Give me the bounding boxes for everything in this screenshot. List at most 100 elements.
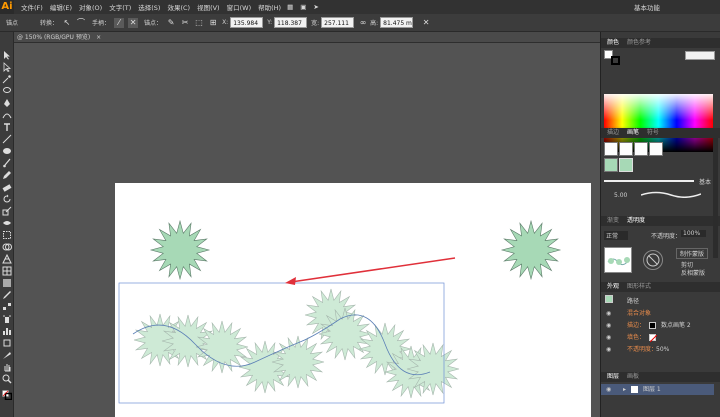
hex-field[interactable] — [685, 51, 715, 60]
blend-tool-icon[interactable] — [2, 302, 12, 312]
document-tab[interactable]: @ 150% (RGB/GPU 预览) × — [14, 32, 600, 43]
menu-view[interactable]: 视图(V) — [197, 2, 220, 12]
eraser-tool-icon[interactable] — [2, 182, 12, 192]
close-tab-icon[interactable]: × — [96, 34, 101, 41]
remove-anchor-icon[interactable]: ✎ — [166, 18, 176, 28]
magic-wand-icon[interactable] — [2, 74, 12, 84]
menu-type[interactable]: 文字(T) — [109, 2, 131, 12]
tab-graphic-styles[interactable]: 图形样式 — [627, 283, 651, 290]
brush-preset-1[interactable] — [604, 142, 618, 156]
tab-appearance[interactable]: 外观 — [607, 283, 619, 290]
artboard-tool-icon[interactable] — [2, 338, 12, 348]
gradient-tool-icon[interactable] — [2, 278, 12, 288]
shape-builder-icon[interactable] — [2, 242, 12, 252]
appearance-row-opacity[interactable]: ◉ 不透明度： 50% — [601, 344, 714, 355]
invert-mask-checkbox[interactable]: 反相蒙版 — [681, 268, 705, 277]
pencil-tool-icon[interactable] — [2, 170, 12, 180]
tab-symbols[interactable]: 符号 — [647, 129, 659, 136]
cut-path-icon[interactable]: ✂ — [180, 18, 190, 28]
expand-arrow-icon[interactable]: ▸ — [623, 384, 626, 395]
brush-preset-star-1[interactable] — [604, 158, 618, 172]
star-shape[interactable] — [500, 219, 562, 281]
star-shape[interactable] — [271, 335, 325, 389]
menu-edit[interactable]: 编辑(E) — [50, 2, 72, 12]
menu-object[interactable]: 对象(O) — [79, 2, 102, 12]
appearance-row-blend[interactable]: ◉ 混合对象 — [601, 308, 714, 319]
menu-window[interactable]: 窗口(W) — [227, 2, 252, 12]
appearance-row-stroke[interactable]: ◉ 描边： 数点画笔 2 — [601, 320, 714, 331]
slice-tool-icon[interactable] — [2, 350, 12, 360]
stroke-color-swatch[interactable] — [649, 322, 656, 329]
curvature-tool-icon[interactable] — [2, 110, 12, 120]
convert-smooth-icon[interactable]: ⌒ — [76, 18, 86, 28]
width-field[interactable]: 257.111 m — [321, 17, 355, 38]
menu-select[interactable]: 选择(S) — [138, 2, 160, 12]
canvas-area[interactable] — [15, 44, 600, 417]
rotate-tool-icon[interactable] — [2, 194, 12, 204]
y-field[interactable]: 118.387 m — [274, 17, 308, 38]
star-shape[interactable] — [406, 342, 460, 396]
menu-effect[interactable]: 效果(C) — [167, 2, 190, 12]
bridge-icon[interactable]: ▦ — [287, 3, 293, 11]
brush-basic-stroke[interactable] — [604, 180, 694, 182]
star-shape[interactable] — [318, 307, 372, 361]
appearance-row-fill[interactable]: ◉ 填色： — [601, 332, 714, 343]
brush-preset-2[interactable] — [619, 142, 633, 156]
symbol-sprayer-icon[interactable] — [2, 314, 12, 324]
opacity-field[interactable]: 100% — [681, 230, 707, 237]
transform-icon[interactable]: ✕ — [421, 18, 431, 28]
ellipse-tool-icon[interactable] — [2, 146, 12, 156]
tab-color[interactable]: 颜色 — [607, 39, 619, 46]
star-shape-left[interactable] — [149, 219, 211, 281]
height-field[interactable]: 81.475 m — [380, 17, 414, 28]
tab-stroke[interactable]: 描边 — [607, 129, 619, 136]
tab-color-guide[interactable]: 颜色参考 — [627, 39, 651, 46]
free-transform-icon[interactable] — [2, 230, 12, 240]
align-icon[interactable]: ⊞ — [208, 18, 218, 28]
menu-help[interactable]: 帮助(H) — [258, 2, 281, 12]
make-mask-button[interactable]: 制作蒙版 — [676, 248, 709, 259]
tab-transparency[interactable]: 透明度 — [627, 217, 645, 224]
eye-icon[interactable]: ◉ — [606, 308, 611, 319]
brush-preset-3[interactable] — [634, 142, 648, 156]
layer-row[interactable]: ◉ ▸ 图层 1 — [601, 384, 714, 395]
tab-artboards[interactable]: 画板 — [627, 373, 639, 380]
no-mask-icon[interactable] — [643, 250, 663, 270]
width-tool-icon[interactable] — [2, 218, 12, 228]
fill-color-swatch[interactable] — [649, 334, 657, 342]
eye-icon[interactable]: ◉ — [606, 332, 611, 343]
direct-selection-tool-icon[interactable] — [2, 62, 12, 73]
eyedropper-icon[interactable] — [2, 290, 12, 300]
star-shape[interactable] — [149, 219, 211, 281]
column-graph-icon[interactable] — [2, 326, 12, 336]
blend-mode-select[interactable]: 正常 — [604, 231, 629, 240]
mesh-tool-icon[interactable] — [2, 266, 12, 276]
tab-brushes[interactable]: 画笔 — [627, 129, 639, 136]
pen-tool-icon[interactable] — [2, 98, 12, 108]
type-tool-icon[interactable] — [2, 122, 12, 132]
send-icon[interactable]: ➤ — [313, 3, 318, 11]
arrange-icon[interactable]: ▣ — [300, 3, 306, 11]
scale-tool-icon[interactable] — [2, 206, 12, 216]
transparency-thumbnail[interactable] — [604, 247, 632, 273]
tab-gradient[interactable]: 渐变 — [607, 217, 619, 224]
perspective-grid-icon[interactable] — [2, 253, 12, 264]
link-icon[interactable]: ∞ — [358, 18, 368, 28]
stroke-swatch[interactable] — [611, 56, 620, 65]
connect-icon[interactable]: ⬚ — [194, 18, 204, 28]
eye-icon[interactable]: ◉ — [606, 384, 611, 395]
star-shape[interactable] — [195, 320, 249, 374]
workspace-switcher[interactable]: 基本功能 — [634, 2, 660, 12]
x-field[interactable]: 135.984 m — [230, 17, 264, 38]
panel-scrollbar[interactable] — [713, 138, 718, 258]
brush-calligraphic-stroke[interactable] — [641, 190, 701, 198]
handle-show-icon[interactable]: ⁄ — [114, 17, 125, 28]
brush-preset-star-2[interactable] — [619, 158, 633, 172]
hand-tool-icon[interactable] — [2, 362, 12, 372]
eye-icon[interactable]: ◉ — [606, 320, 611, 331]
eye-icon[interactable]: ◉ — [606, 344, 611, 355]
zoom-tool-icon[interactable] — [2, 374, 12, 384]
menu-file[interactable]: 文件(F) — [21, 2, 43, 12]
tab-layers[interactable]: 图层 — [607, 373, 619, 380]
star-shape-right[interactable] — [500, 219, 562, 281]
